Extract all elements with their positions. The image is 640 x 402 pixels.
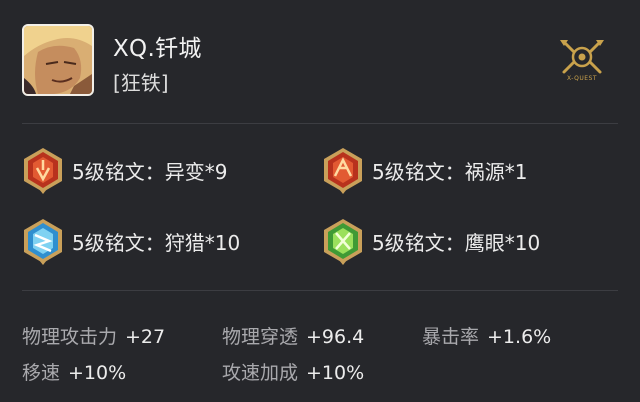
divider: [22, 123, 618, 124]
hero-portrait-image: [24, 26, 92, 94]
stat-attack-speed: 攻速加成 +10%: [222, 358, 364, 385]
divider: [22, 290, 618, 291]
rune-label: 5级铭文：异变*9: [72, 159, 228, 184]
rune-label: 5级铭文：祸源*1: [372, 159, 528, 184]
stat-value: +27: [125, 326, 166, 348]
rune-item: 5级铭文：异变*9: [20, 146, 227, 194]
stat-name: 攻速加成: [222, 362, 299, 384]
stat-value: +10%: [306, 362, 365, 384]
stat-physical-attack: 物理攻击力 +27: [22, 322, 165, 349]
stat-value: +1.6%: [487, 326, 552, 348]
xquest-emblem-icon: [560, 40, 604, 74]
player-name: XQ.钎城: [113, 36, 202, 62]
player-header: XQ.钎城 [狂铁] X-QUEST: [0, 0, 640, 122]
hero-name: [狂铁]: [113, 71, 169, 95]
rune-green-icon: [324, 219, 362, 265]
stat-value: +10%: [68, 362, 127, 384]
hero-avatar[interactable]: [22, 24, 94, 96]
stat-value: +96.4: [306, 326, 365, 348]
rune-blue-icon: [24, 219, 62, 265]
stat-name: 暴击率: [422, 326, 480, 348]
xquest-logo: X-QUEST: [556, 38, 608, 84]
stat-crit-rate: 暴击率 +1.6%: [422, 322, 551, 349]
rune-item: 5级铭文：鹰眼*10: [320, 217, 540, 265]
stat-name: 物理穿透: [222, 326, 299, 348]
stat-move-speed: 移速 +10%: [22, 358, 126, 385]
rune-label: 5级铭文：鹰眼*10: [372, 230, 541, 255]
rune-item: 5级铭文：祸源*1: [320, 146, 527, 194]
rune-red-icon: [324, 148, 362, 194]
stat-physical-penetration: 物理穿透 +96.4: [222, 322, 364, 349]
stat-name: 物理攻击力: [22, 326, 118, 348]
rune-red-icon: [24, 148, 62, 194]
stat-name: 移速: [22, 362, 61, 384]
rune-item: 5级铭文：狩猎*10: [20, 217, 240, 265]
logo-text: X-QUEST: [566, 75, 598, 82]
rune-label: 5级铭文：狩猎*10: [72, 230, 241, 255]
